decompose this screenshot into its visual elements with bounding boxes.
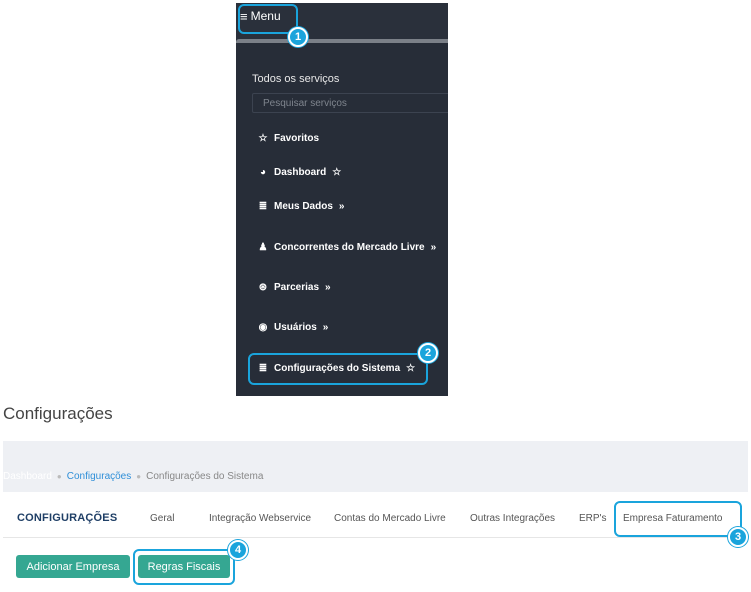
pie-chart-icon: ◕ (259, 167, 267, 178)
search-services-input[interactable] (252, 93, 448, 113)
breadcrumb-current: Configurações do Sistema (146, 471, 264, 482)
menu-item-usuarios[interactable]: ◉ Usuários » (258, 322, 329, 333)
tab-contas-mercado-livre[interactable]: Contas do Mercado Livre (334, 513, 446, 524)
callout-badge-4: 4 (228, 540, 248, 560)
breadcrumb-configuracoes-link[interactable]: Configurações (67, 471, 131, 482)
breadcrumb-separator-icon: ● (56, 472, 62, 481)
chevron-double-right-icon: » (325, 282, 331, 293)
tab-outras-integracoes[interactable]: Outras Integrações (470, 513, 555, 524)
callout-badge-3: 3 (728, 527, 748, 547)
menu-item-parcerias[interactable]: ⊛ Parcerias » (258, 282, 331, 293)
database-icon: ≣ (258, 201, 268, 212)
menu-item-label: Usuários (274, 322, 317, 333)
callout-box-menu (238, 4, 298, 34)
section-label: CONFIGURAÇÕES (17, 512, 118, 524)
chevron-double-right-icon: » (322, 322, 329, 333)
user-icon: ♟ (258, 242, 268, 253)
callout-box-empresa-faturamento (614, 501, 742, 537)
breadcrumb: Dashboard ● Configurações ● Configuraçõe… (3, 471, 263, 482)
menu-item-dashboard[interactable]: ◕ Dashboard ☆ (258, 167, 341, 178)
menu-panel-screenshot: ≡ Menu Todos os serviços ☆ Favoritos ◕ D… (236, 3, 448, 396)
tab-geral[interactable]: Geral (150, 513, 174, 524)
menu-item-meus-dados[interactable]: ≣ Meus Dados » (258, 201, 345, 212)
menu-item-label: Meus Dados (274, 201, 333, 212)
breadcrumb-separator-icon: ● (136, 472, 142, 481)
menu-item-concorrentes[interactable]: ♟ Concorrentes do Mercado Livre » (258, 242, 437, 253)
callout-box-configuracoes-sistema (248, 353, 428, 385)
tab-integracao-webservice[interactable]: Integração Webservice (209, 513, 311, 524)
tab-erps[interactable]: ERP's (579, 513, 606, 524)
add-company-button[interactable]: Adicionar Empresa (16, 555, 130, 578)
breadcrumb-bar: Dashboard ● Configurações ● Configuraçõe… (3, 441, 748, 492)
callout-box-regras-fiscais (133, 549, 235, 585)
star-outline-icon: ☆ (258, 133, 268, 144)
handshake-icon: ⊛ (258, 282, 268, 293)
page-title: Configurações (3, 404, 113, 423)
services-panel-title: Todos os serviços (252, 73, 340, 85)
menu-item-label: Dashboard (274, 167, 327, 178)
menu-item-label: Concorrentes do Mercado Livre (274, 242, 425, 253)
breadcrumb-dashboard-link[interactable]: Dashboard (3, 471, 52, 482)
user-circle-icon: ◉ (258, 322, 268, 333)
chevron-double-right-icon: » (430, 242, 437, 253)
chevron-double-right-icon: » (338, 201, 345, 212)
callout-badge-1: 1 (288, 27, 308, 47)
favorite-star-icon[interactable]: ☆ (332, 167, 341, 178)
menu-item-label: Favoritos (274, 133, 320, 144)
menu-divider (236, 39, 448, 43)
menu-item-label: Parcerias (274, 282, 320, 293)
menu-item-favoritos[interactable]: ☆ Favoritos (258, 133, 320, 144)
callout-badge-2: 2 (418, 343, 438, 363)
